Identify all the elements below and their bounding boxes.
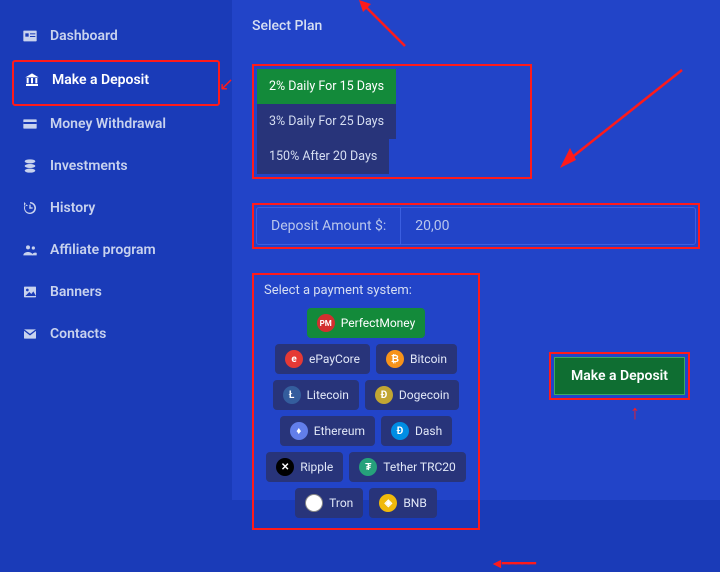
dash-icon: Đ [391,422,409,440]
sidebar-item-label: Make a Deposit [52,72,149,88]
deposit-amount-input[interactable] [401,218,695,234]
payment-options: PMPerfectMoney eePayCore ₿Bitcoin ŁLitec… [264,308,468,518]
envelope-icon [20,326,40,342]
plan-option-1[interactable]: 2% Daily For 15 Days [257,69,396,104]
payment-option-ripple[interactable]: ✕Ripple [266,452,343,482]
sidebar-item-withdrawal[interactable]: Money Withdrawal [12,106,220,142]
select-plan-label: Select Plan [252,18,700,34]
ripple-icon: ✕ [276,458,294,476]
tron-icon [305,494,323,512]
deposit-amount-group: Deposit Amount $: [256,207,696,245]
payment-option-epaycore[interactable]: eePayCore [275,344,370,374]
annotation-arrow-icon [552,62,692,176]
sidebar-item-investments[interactable]: Investments [12,148,220,184]
payment-option-tether[interactable]: ₮Tether TRC20 [349,452,466,482]
annotation-arrow-icon: ◄━━━━━ [490,555,534,572]
sidebar-item-label: Contacts [50,326,106,342]
payment-option-bitcoin[interactable]: ₿Bitcoin [376,344,457,374]
sidebar-item-label: Investments [50,158,128,174]
sidebar-item-label: Affiliate program [50,242,156,258]
image-icon [20,284,40,300]
dogecoin-icon: Ð [375,386,393,404]
plan-selector: 2% Daily For 15 Days 3% Daily For 25 Day… [257,69,527,174]
payment-option-dogecoin[interactable]: ÐDogecoin [365,380,460,410]
sidebar-item-deposit[interactable]: Make a Deposit [14,62,218,98]
sidebar-item-label: Dashboard [50,28,118,44]
payment-option-tron[interactable]: Tron [295,488,363,518]
annotation-box-deposit: Deposit Amount $: [252,203,700,249]
sidebar-item-label: History [50,200,95,216]
deposit-amount-label: Deposit Amount $: [257,208,401,244]
payment-option-bnb[interactable]: ◈BNB [369,488,437,518]
annotation-box-payment: Select a payment system: PMPerfectMoney … [252,273,480,530]
payment-option-perfectmoney[interactable]: PMPerfectMoney [307,308,426,338]
annotation-box-plans: 2% Daily For 15 Days 3% Daily For 25 Day… [252,64,532,179]
sidebar-item-contacts[interactable]: Contacts [12,316,220,352]
bank-icon [22,72,42,88]
card-icon [20,116,40,132]
database-icon [20,158,40,174]
sidebar-item-banners[interactable]: Banners [12,274,220,310]
sidebar-item-label: Money Withdrawal [50,116,166,132]
annotation-arrow-icon: ↑ [630,400,640,425]
annotation-box-submit: Make a Deposit [549,352,690,400]
payment-option-ethereum[interactable]: ♦Ethereum [280,416,375,446]
payment-option-dash[interactable]: ĐDash [381,416,452,446]
sidebar-item-history[interactable]: History [12,190,220,226]
plan-option-3[interactable]: 150% After 20 Days [257,139,389,174]
main-content: Select Plan 2% Daily For 15 Days 3% Dail… [232,0,720,500]
payment-system-label: Select a payment system: [264,283,468,298]
bnb-icon: ◈ [379,494,397,512]
id-card-icon [20,28,40,44]
sidebar-item-affiliate[interactable]: Affiliate program [12,232,220,268]
bitcoin-icon: ₿ [386,350,404,368]
litecoin-icon: Ł [283,386,301,404]
sidebar: Dashboard Make a Deposit ↙ Money Withdra… [0,0,232,500]
sidebar-item-dashboard[interactable]: Dashboard [12,18,220,54]
plan-option-2[interactable]: 3% Daily For 25 Days [257,104,396,139]
tether-icon: ₮ [359,458,377,476]
annotation-box-sidebar: Make a Deposit ↙ [12,60,220,106]
history-icon [20,200,40,216]
payment-option-litecoin[interactable]: ŁLitecoin [273,380,359,410]
perfectmoney-icon: PM [317,314,335,332]
sidebar-item-label: Banners [50,284,102,300]
ethereum-icon: ♦ [290,422,308,440]
epaycore-icon: e [285,350,303,368]
make-deposit-button[interactable]: Make a Deposit [554,357,685,395]
users-icon [20,242,40,258]
